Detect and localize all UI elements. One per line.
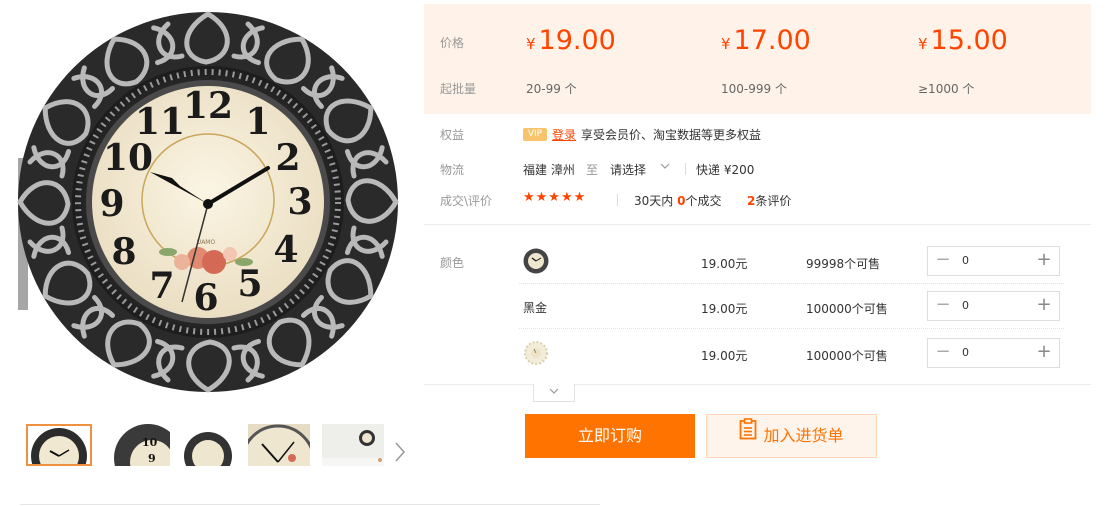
shipping-fee: 快递 ¥200 (696, 163, 755, 177)
thumbnail-3[interactable] (174, 424, 240, 466)
clock-numeral-2: 2 (275, 137, 300, 179)
sku-row: 19.00元 99998个可售 − 0 + (519, 240, 1064, 284)
thumbnail-4[interactable] (248, 424, 314, 466)
clock-numeral-5: 5 (237, 263, 262, 305)
sku-image-clock-light[interactable] (523, 340, 549, 366)
thumbnail-strip: 10 9 (26, 424, 416, 466)
benefits-text: 享受会员价、淘宝数据等更多权益 (581, 128, 762, 142)
clock-numeral-6: 6 (193, 277, 218, 319)
sku-price: 19.00元 (701, 302, 748, 316)
clock-numeral-12: 12 (183, 85, 233, 127)
price-tier-1: ¥19.00 (526, 25, 616, 56)
clock-numeral-3: 3 (287, 181, 312, 223)
sku-stock: 99998个可售 (806, 257, 881, 271)
main-product-image[interactable]: 12 1 2 3 4 5 6 7 8 9 10 11 UAMO (0, 0, 410, 410)
sku-stock: 100000个可售 (806, 302, 888, 316)
sku-stock: 100000个可售 (806, 349, 888, 363)
price-tier-2: ¥17.00 (721, 25, 811, 56)
review-count-link[interactable]: 2条评价 (747, 192, 791, 209)
benefits-label: 权益 (440, 128, 465, 142)
reviews-divider (617, 194, 618, 206)
sales-summary: 30天内 0个成交 (634, 194, 722, 208)
sku-color-label: 颜色 (440, 256, 465, 270)
thumbnail-1[interactable] (26, 424, 92, 466)
sku-price: 19.00元 (701, 349, 748, 363)
clock-numeral-8: 8 (111, 231, 136, 273)
quantity-stepper: − 0 + (927, 246, 1060, 276)
sku-name: 黑金 (523, 301, 548, 315)
clock-numeral-7: 7 (149, 265, 174, 307)
decrease-qty-button[interactable]: − (928, 339, 958, 367)
quantity-input[interactable]: 0 (958, 339, 1030, 367)
decrease-qty-button[interactable]: − (928, 247, 958, 275)
sku-price: 19.00元 (701, 257, 748, 271)
increase-qty-button[interactable]: + (1029, 339, 1059, 367)
increase-qty-button[interactable]: + (1029, 247, 1059, 275)
clock-brand: UAMO (197, 239, 216, 246)
order-now-button[interactable]: 立即订购 (525, 414, 695, 458)
thumbnail-5[interactable] (322, 424, 388, 466)
quantity-stepper: − 0 + (927, 338, 1060, 368)
sku-divider (424, 384, 1091, 385)
destination-select[interactable]: 请选择 (610, 161, 646, 178)
vip-badge: VIP (523, 128, 547, 141)
expand-sku-button[interactable] (533, 384, 575, 402)
clock-numeral-4: 4 (273, 229, 298, 271)
info-divider (424, 224, 1091, 225)
clock-numeral-10: 10 (103, 137, 153, 179)
sku-image-clock-black[interactable] (523, 248, 549, 274)
clock-numeral-11: 11 (135, 101, 185, 143)
svg-text:9: 9 (148, 452, 156, 465)
moq-tier-3: ≥1000 个 (918, 82, 975, 96)
quantity-input[interactable]: 0 (958, 247, 1030, 275)
svg-text:10: 10 (142, 436, 158, 449)
logistics-label: 物流 (440, 163, 465, 177)
decrease-qty-button[interactable]: − (928, 292, 958, 320)
add-to-cart-label: 加入进货单 (763, 426, 844, 445)
price-label: 价格 (440, 36, 465, 50)
moq-label: 起批量 (440, 82, 477, 96)
logistics-divider (685, 163, 686, 175)
increase-qty-button[interactable]: + (1029, 292, 1059, 320)
price-panel (424, 4, 1091, 114)
chevron-right-icon[interactable] (392, 440, 408, 464)
login-link[interactable]: 登录 (552, 126, 576, 143)
logistics-to: 至 (586, 163, 599, 177)
clock-numeral-1: 1 (245, 101, 270, 143)
price-tier-3: ¥15.00 (918, 25, 1008, 56)
moq-tier-2: 100-999 个 (721, 82, 787, 96)
clock-numeral-9: 9 (99, 183, 124, 225)
thumbnail-2[interactable]: 10 9 (108, 424, 174, 466)
sku-row: 黑金 19.00元 100000个可售 − 0 + (519, 285, 1064, 329)
chevron-down-icon[interactable] (660, 160, 670, 175)
quantity-input[interactable]: 0 (958, 292, 1030, 320)
quantity-stepper: − 0 + (927, 291, 1060, 321)
add-to-cart-button[interactable]: 加入进货单 (706, 414, 877, 458)
logistics-origin: 福建 漳州 (523, 163, 575, 177)
chevron-down-icon (549, 388, 559, 394)
gallery-divider (20, 504, 600, 505)
sku-row: 19.00元 100000个可售 − 0 + (519, 332, 1064, 376)
rating-stars: ★★★★★ (523, 190, 587, 205)
clipboard-icon (739, 414, 757, 456)
reviews-label: 成交\评价 (440, 194, 493, 208)
moq-tier-1: 20-99 个 (526, 82, 577, 96)
